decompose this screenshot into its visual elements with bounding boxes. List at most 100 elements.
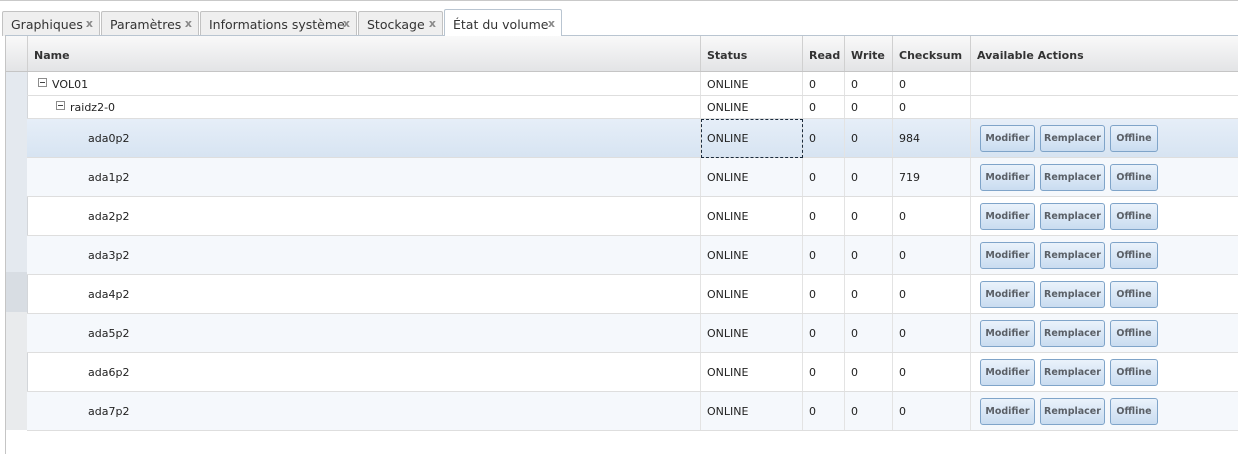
collapse-minus-icon[interactable]	[56, 101, 65, 110]
replace-button[interactable]: Remplacer	[1040, 203, 1105, 230]
read-value: 0	[809, 288, 816, 301]
close-icon[interactable]: x	[86, 17, 93, 30]
column-header-checksum[interactable]: Checksum	[893, 36, 971, 71]
replace-button[interactable]: Remplacer	[1040, 398, 1105, 425]
write-value: 0	[851, 288, 858, 301]
modify-button[interactable]: Modifier	[980, 125, 1035, 152]
offline-button[interactable]: Offline	[1110, 242, 1158, 269]
disk-name: ada4p2	[88, 288, 130, 301]
checksum-value: 0	[899, 101, 906, 114]
checksum-value: 0	[899, 210, 906, 223]
checksum-value: 0	[899, 249, 906, 262]
cell-focus-indicator	[701, 119, 803, 158]
write-value: 0	[851, 249, 858, 262]
tab-label: Paramètres	[110, 17, 182, 32]
replace-button[interactable]: Remplacer	[1040, 281, 1105, 308]
offline-button[interactable]: Offline	[1110, 125, 1158, 152]
checksum-value: 719	[899, 171, 920, 184]
read-value: 0	[809, 101, 816, 114]
column-header-status[interactable]: Status	[701, 36, 803, 71]
offline-button[interactable]: Offline	[1110, 398, 1158, 425]
table-row-disk[interactable]: ada2p2 ONLINE 0 0 0 Modifier Remplacer O…	[27, 197, 1238, 236]
column-header-read[interactable]: Read	[803, 36, 845, 71]
checksum-value: 0	[899, 327, 906, 340]
close-icon[interactable]: x	[185, 17, 192, 30]
close-icon[interactable]: x	[548, 17, 555, 30]
column-header-write[interactable]: Write	[845, 36, 893, 71]
replace-button[interactable]: Remplacer	[1040, 164, 1105, 191]
write-value: 0	[851, 327, 858, 340]
checksum-value: 0	[899, 405, 906, 418]
offline-button[interactable]: Offline	[1110, 359, 1158, 386]
offline-button[interactable]: Offline	[1110, 164, 1158, 191]
column-header-name[interactable]: Name	[28, 36, 701, 71]
disk-name: ada6p2	[88, 366, 130, 379]
checksum-value: 0	[899, 288, 906, 301]
write-value: 0	[851, 171, 858, 184]
table-row-vdev[interactable]: raidz2-0 ONLINE 0 0 0	[27, 96, 1238, 119]
status-value: ONLINE	[707, 366, 749, 379]
tab-label: Stockage	[367, 17, 425, 32]
close-icon[interactable]: x	[429, 17, 436, 30]
modify-button[interactable]: Modifier	[980, 281, 1035, 308]
write-value: 0	[851, 366, 858, 379]
table-row-pool[interactable]: VOL01 ONLINE 0 0 0	[27, 72, 1238, 96]
tab-parametres[interactable]: Paramètres x	[101, 11, 199, 36]
pool-name: VOL01	[52, 78, 89, 91]
modify-button[interactable]: Modifier	[980, 164, 1035, 191]
table-row-disk[interactable]: ada5p2 ONLINE 0 0 0 Modifier Remplacer O…	[27, 314, 1238, 353]
table-row-disk[interactable]: ada6p2 ONLINE 0 0 0 Modifier Remplacer O…	[27, 353, 1238, 392]
disk-name: ada1p2	[88, 171, 130, 184]
checksum-value: 0	[899, 78, 906, 91]
tab-etat-du-volume[interactable]: État du volume x	[444, 9, 562, 36]
table-row-disk[interactable]: ada4p2 ONLINE 0 0 0 Modifier Remplacer O…	[27, 275, 1238, 314]
status-value: ONLINE	[707, 101, 749, 114]
replace-button[interactable]: Remplacer	[1040, 125, 1105, 152]
table-row-disk[interactable]: ada7p2 ONLINE 0 0 0 Modifier Remplacer O…	[27, 392, 1238, 431]
table-row-disk[interactable]: ada1p2 ONLINE 0 0 719 Modifier Remplacer…	[27, 158, 1238, 197]
table-row-disk[interactable]: ada3p2 ONLINE 0 0 0 Modifier Remplacer O…	[27, 236, 1238, 275]
disk-name: ada5p2	[88, 327, 130, 340]
tab-informations-systeme[interactable]: Informations système x	[200, 11, 357, 36]
collapse-minus-icon[interactable]	[38, 78, 47, 87]
modify-button[interactable]: Modifier	[980, 398, 1035, 425]
offline-button[interactable]: Offline	[1110, 320, 1158, 347]
replace-button[interactable]: Remplacer	[1040, 242, 1105, 269]
grid-header: Name Status Read Write Checksum Availabl…	[6, 36, 1238, 72]
modify-button[interactable]: Modifier	[980, 320, 1035, 347]
status-value: ONLINE	[707, 327, 749, 340]
status-value: ONLINE	[707, 249, 749, 262]
tab-label: Graphiques	[11, 17, 83, 32]
offline-button[interactable]: Offline	[1110, 281, 1158, 308]
table-row-disk[interactable]: ada0p2 ONLINE 0 0 984 Modifier Remplacer…	[27, 119, 1238, 158]
modify-button[interactable]: Modifier	[980, 359, 1035, 386]
header-rownumber	[6, 36, 28, 71]
modify-button[interactable]: Modifier	[980, 242, 1035, 269]
tab-stockage[interactable]: Stockage x	[358, 11, 443, 36]
read-value: 0	[809, 249, 816, 262]
read-value: 0	[809, 327, 816, 340]
tab-label: État du volume	[453, 17, 549, 32]
status-value: ONLINE	[707, 78, 749, 91]
status-value: ONLINE	[707, 288, 749, 301]
offline-button[interactable]: Offline	[1110, 203, 1158, 230]
read-value: 0	[809, 210, 816, 223]
tab-bar: Graphiques x Paramètres x Informations s…	[0, 0, 1238, 36]
replace-button[interactable]: Remplacer	[1040, 359, 1105, 386]
vdev-name: raidz2-0	[70, 101, 116, 114]
close-icon[interactable]: x	[343, 17, 350, 30]
write-value: 0	[851, 78, 858, 91]
read-value: 0	[809, 171, 816, 184]
disk-name: ada2p2	[88, 210, 130, 223]
modify-button[interactable]: Modifier	[980, 203, 1035, 230]
checksum-value: 984	[899, 132, 920, 145]
read-value: 0	[809, 366, 816, 379]
status-value: ONLINE	[707, 171, 749, 184]
replace-button[interactable]: Remplacer	[1040, 320, 1105, 347]
disk-name: ada0p2	[88, 132, 130, 145]
checksum-value: 0	[899, 366, 906, 379]
read-value: 0	[809, 405, 816, 418]
tab-graphiques[interactable]: Graphiques x	[2, 11, 100, 36]
read-value: 0	[809, 132, 816, 145]
column-header-actions[interactable]: Available Actions	[971, 36, 1238, 71]
